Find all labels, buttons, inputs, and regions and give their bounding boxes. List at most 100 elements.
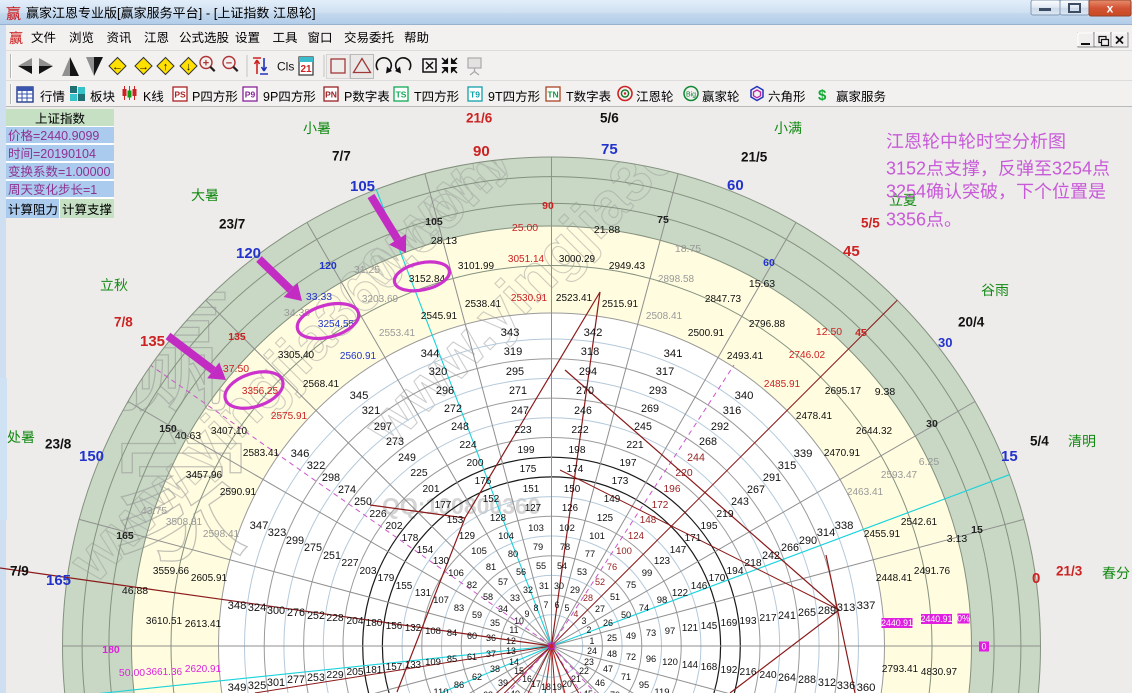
svg-text:267: 267 xyxy=(747,484,765,496)
svg-text:50: 50 xyxy=(621,610,631,620)
svg-text:197: 197 xyxy=(620,458,637,469)
svg-text:26: 26 xyxy=(603,618,613,628)
svg-text:271: 271 xyxy=(509,385,527,397)
svg-text:2568.41: 2568.41 xyxy=(303,379,340,390)
svg-text:345: 345 xyxy=(350,390,369,402)
svg-text:3000.29: 3000.29 xyxy=(559,254,596,265)
svg-text:170: 170 xyxy=(709,573,726,584)
svg-text:227: 227 xyxy=(341,558,359,569)
svg-text:109: 109 xyxy=(425,657,441,668)
svg-text:↑: ↑ xyxy=(163,61,169,73)
svg-text:76: 76 xyxy=(607,562,617,572)
svg-text:152: 152 xyxy=(483,494,499,505)
svg-text:241: 241 xyxy=(778,610,796,622)
svg-text:79: 79 xyxy=(533,542,543,552)
svg-text:2560.91: 2560.91 xyxy=(340,351,377,362)
svg-text:Big: Big xyxy=(686,92,696,99)
svg-text:12.50: 12.50 xyxy=(816,326,842,338)
svg-text:40: 40 xyxy=(510,689,520,693)
svg-text:3610.51: 3610.51 xyxy=(146,616,183,627)
svg-text:275: 275 xyxy=(304,542,322,554)
svg-text:205: 205 xyxy=(347,667,364,678)
svg-text:4830.97: 4830.97 xyxy=(921,667,958,678)
svg-text:45: 45 xyxy=(855,327,867,339)
svg-text:17: 17 xyxy=(531,679,541,689)
svg-text:2793.41: 2793.41 xyxy=(882,664,919,675)
svg-text:249: 249 xyxy=(398,452,416,464)
svg-text:299: 299 xyxy=(286,535,304,547)
svg-text:325: 325 xyxy=(248,680,267,692)
svg-text:28: 28 xyxy=(583,593,593,603)
svg-text:2545.91: 2545.91 xyxy=(421,311,458,322)
svg-text:6.25: 6.25 xyxy=(919,456,940,468)
svg-text:250: 250 xyxy=(354,496,372,508)
svg-text:2448.41: 2448.41 xyxy=(876,573,913,584)
svg-text:110: 110 xyxy=(433,687,448,693)
svg-text:=1.00000: =1.00000 xyxy=(58,165,111,179)
svg-text:222: 222 xyxy=(571,425,589,436)
svg-text:77: 77 xyxy=(585,549,595,559)
svg-text:349: 349 xyxy=(228,682,247,693)
svg-text:Cls: Cls xyxy=(277,60,294,74)
svg-text:251: 251 xyxy=(323,550,341,562)
svg-text:217: 217 xyxy=(759,613,777,624)
svg-text:150: 150 xyxy=(564,484,581,495)
svg-text:245: 245 xyxy=(634,421,652,433)
svg-text:224: 224 xyxy=(459,440,477,451)
svg-text:5/4: 5/4 xyxy=(1030,434,1049,449)
svg-text:36: 36 xyxy=(486,633,496,643)
svg-text:23/7: 23/7 xyxy=(219,217,245,232)
svg-text:101: 101 xyxy=(589,531,605,542)
svg-text:55: 55 xyxy=(536,561,546,571)
svg-text:82: 82 xyxy=(467,580,477,590)
svg-text:265: 265 xyxy=(798,607,816,619)
svg-text:56: 56 xyxy=(516,567,526,577)
svg-text:0: 0 xyxy=(982,642,987,652)
svg-text:83: 83 xyxy=(454,603,464,613)
svg-text:T9: T9 xyxy=(470,90,480,100)
svg-text:37.50: 37.50 xyxy=(223,363,249,375)
svg-text:179: 179 xyxy=(378,573,395,584)
svg-text:21/3: 21/3 xyxy=(1056,564,1083,579)
svg-text:242: 242 xyxy=(762,550,780,562)
svg-text:296: 296 xyxy=(436,385,454,397)
svg-text:74: 74 xyxy=(639,603,649,613)
svg-text:105: 105 xyxy=(350,178,375,195)
svg-text:→: → xyxy=(138,61,149,73)
svg-text:343: 343 xyxy=(501,327,520,339)
svg-text:153: 153 xyxy=(447,515,464,526)
svg-text:T: T xyxy=(566,90,574,104)
svg-text:277: 277 xyxy=(287,674,305,686)
svg-text:46.88: 46.88 xyxy=(122,585,148,597)
svg-text:147: 147 xyxy=(670,545,686,556)
svg-text:←: ← xyxy=(112,61,123,73)
svg-text:290: 290 xyxy=(799,535,817,547)
svg-text:174: 174 xyxy=(567,464,584,475)
svg-text:x: x xyxy=(1107,2,1114,16)
svg-text:314: 314 xyxy=(817,527,836,539)
svg-text:21/5: 21/5 xyxy=(741,150,768,165)
svg-text:24: 24 xyxy=(587,646,597,656)
svg-text:98: 98 xyxy=(657,595,668,606)
svg-text:59: 59 xyxy=(472,610,482,620)
svg-text:PN: PN xyxy=(325,90,337,100)
svg-text:95: 95 xyxy=(639,680,649,690)
svg-text:243: 243 xyxy=(731,496,749,508)
svg-text:155: 155 xyxy=(396,581,413,592)
svg-text:50.00: 50.00 xyxy=(119,667,145,679)
svg-text:34: 34 xyxy=(498,604,508,614)
svg-text:15: 15 xyxy=(1001,448,1018,465)
svg-text:150: 150 xyxy=(159,423,177,435)
svg-text:2583.41: 2583.41 xyxy=(243,448,280,459)
svg-text:3457.96: 3457.96 xyxy=(186,470,223,481)
svg-text:323: 323 xyxy=(268,527,287,539)
svg-text:2598.41: 2598.41 xyxy=(203,529,240,540)
svg-text:$: $ xyxy=(818,87,827,104)
svg-text:3356: 3356 xyxy=(886,210,926,230)
svg-text:12: 12 xyxy=(506,636,516,646)
svg-text:172: 172 xyxy=(652,500,669,511)
svg-text:=2440.9099: =2440.9099 xyxy=(33,129,99,143)
svg-text:2500.91: 2500.91 xyxy=(688,328,725,339)
svg-text:71: 71 xyxy=(621,672,631,682)
svg-text:180: 180 xyxy=(366,618,383,629)
